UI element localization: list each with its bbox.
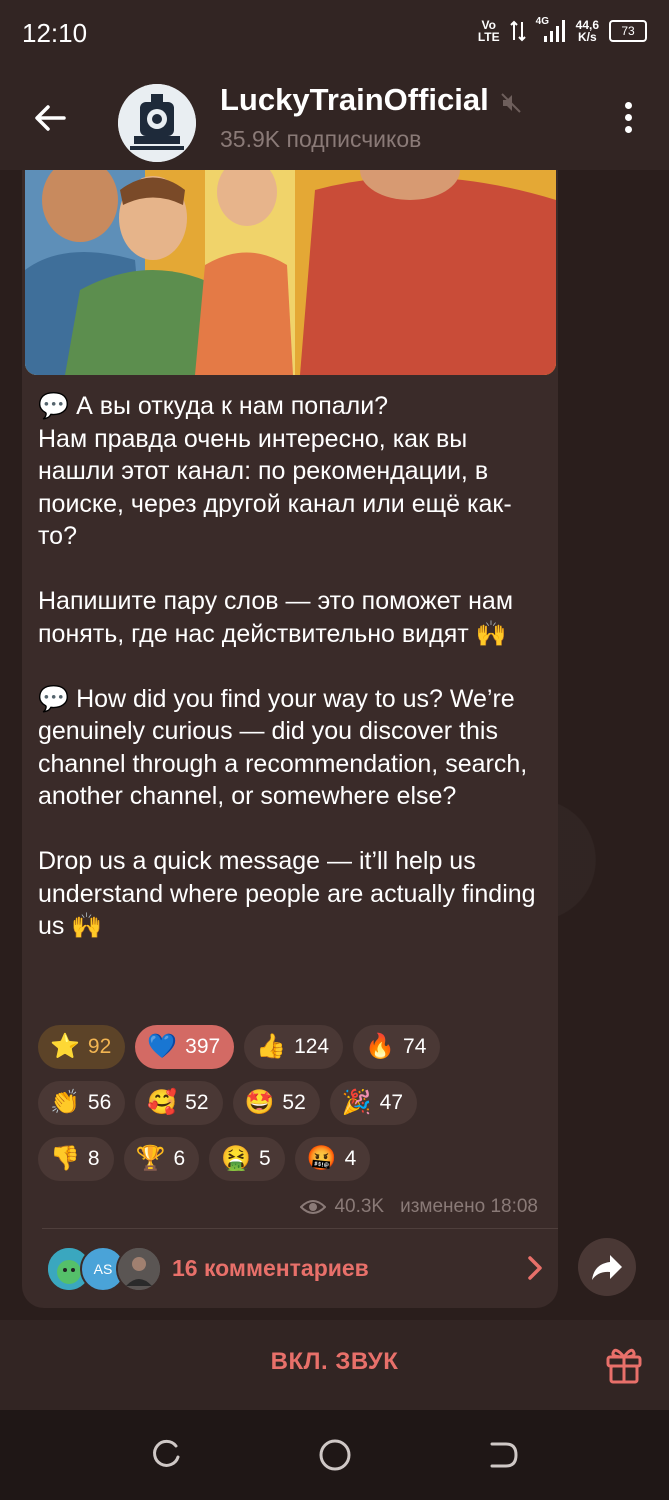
divider	[42, 1228, 558, 1229]
muted-speaker-icon	[501, 93, 521, 113]
reactions-area: ⭐ 92 💙 397 👍 124 🔥 74 👏 56 🥰 52 🤩 52 🎉 4…	[38, 1025, 548, 1193]
view-count: 40.3K	[334, 1196, 385, 1217]
status-bar: 12:10 Vo LTE 4G 44,6 K/s 73	[0, 0, 669, 68]
home-icon[interactable]	[318, 1438, 352, 1472]
thumbs-down-icon: 👎	[50, 1145, 80, 1172]
party-popper-icon: 🎉	[341, 1089, 372, 1116]
reaction-row: 👏 56 🥰 52 🤩 52 🎉 47	[38, 1081, 548, 1125]
back-icon[interactable]	[486, 1438, 520, 1472]
lte-label: LTE	[477, 30, 500, 44]
reaction-star-struck[interactable]: 🤩 52	[232, 1081, 320, 1125]
channel-header: LuckyTrainOfficial 35.9K подписчиков	[0, 68, 669, 170]
network-type-label: 4G	[535, 16, 549, 27]
reaction-count: 124	[294, 1035, 330, 1058]
network-speed: 44,6 K/s	[576, 19, 599, 43]
post-meta: 40.3K изменено 18:08	[300, 1196, 538, 1218]
reaction-star[interactable]: ⭐ 92	[38, 1025, 126, 1069]
more-options-icon[interactable]	[623, 102, 633, 136]
reaction-party[interactable]: 🎉 47	[329, 1081, 417, 1125]
chevron-right-icon	[528, 1256, 542, 1280]
bottom-bar: ВКЛ. ЗВУК	[0, 1320, 669, 1410]
post-image[interactable]	[25, 170, 556, 375]
reaction-smiling-hearts[interactable]: 🥰 52	[135, 1081, 223, 1125]
reaction-count: 52	[185, 1091, 209, 1114]
post-text: 💬 А вы откуда к нам попали? Нам правда о…	[38, 392, 536, 940]
clap-icon: 👏	[50, 1089, 80, 1116]
reaction-count: 4	[344, 1147, 357, 1170]
swearing-face-icon: 🤬	[306, 1145, 337, 1172]
reaction-fire[interactable]: 🔥 74	[353, 1025, 441, 1069]
commenter-avatars: AS	[46, 1246, 162, 1292]
reaction-thumbs-down[interactable]: 👎 8	[38, 1137, 114, 1181]
speed-unit: K/s	[577, 30, 597, 44]
star-struck-icon: 🤩	[244, 1089, 275, 1116]
eye-icon	[300, 1200, 327, 1214]
reaction-vomit[interactable]: 🤮 5	[209, 1137, 285, 1181]
people-illustration	[25, 170, 556, 375]
channel-title[interactable]: LuckyTrainOfficial	[220, 82, 489, 118]
reaction-count: 56	[87, 1091, 112, 1114]
reaction-count: 52	[282, 1091, 306, 1114]
channel-avatar[interactable]	[118, 84, 196, 162]
system-nav-bar	[0, 1410, 669, 1500]
battery-indicator: 73	[609, 20, 647, 42]
gift-icon[interactable]	[605, 1344, 643, 1384]
reaction-trophy[interactable]: 🏆 6	[123, 1137, 200, 1181]
forward-button[interactable]	[578, 1238, 636, 1296]
avatar	[116, 1246, 162, 1292]
volte-indicator: Vo LTE	[478, 19, 500, 43]
fire-icon: 🔥	[365, 1033, 396, 1060]
data-transfer-icon	[509, 20, 526, 42]
recents-icon[interactable]	[150, 1438, 184, 1472]
reaction-count: 47	[379, 1091, 403, 1114]
reaction-count: 5	[259, 1147, 271, 1170]
smiling-hearts-icon: 🥰	[147, 1089, 178, 1116]
back-arrow-icon[interactable]	[30, 98, 70, 138]
reaction-count: 74	[403, 1035, 427, 1058]
reaction-swearing[interactable]: 🤬 4	[294, 1137, 371, 1181]
reaction-count: 397	[185, 1035, 221, 1058]
reaction-heart[interactable]: 💙 397	[135, 1025, 235, 1069]
unmute-button[interactable]: ВКЛ. ЗВУК	[0, 1348, 669, 1376]
reaction-clap[interactable]: 👏 56	[38, 1081, 126, 1125]
train-logo-icon	[118, 84, 196, 162]
person-photo-icon	[118, 1248, 160, 1290]
message-bubble: 💬 А вы откуда к нам попали? Нам правда о…	[22, 170, 558, 1308]
share-arrow-icon	[592, 1255, 622, 1280]
comments-button[interactable]: AS 16 комментариев	[46, 1244, 546, 1292]
trophy-icon: 🏆	[135, 1145, 166, 1172]
status-time: 12:10	[22, 18, 88, 48]
edited-time: изменено 18:08	[400, 1196, 538, 1217]
subscriber-count: 35.9K подписчиков	[220, 126, 422, 152]
thumbs-up-icon: 👍	[256, 1033, 287, 1060]
reaction-thumbs-up[interactable]: 👍 124	[244, 1025, 344, 1069]
heart-icon: 💙	[147, 1033, 178, 1060]
status-icons: Vo LTE 4G 44,6 K/s 73	[478, 16, 647, 44]
comments-label: 16 комментариев	[172, 1254, 369, 1281]
vomit-face-icon: 🤮	[221, 1145, 252, 1172]
reaction-row: 👎 8 🏆 6 🤮 5 🤬 4	[38, 1137, 548, 1181]
reaction-count: 92	[87, 1035, 112, 1058]
reaction-row: ⭐ 92 💙 397 👍 124 🔥 74	[38, 1025, 548, 1069]
reaction-count: 8	[87, 1147, 100, 1170]
signal-strength: 4G	[535, 16, 566, 44]
star-icon: ⭐	[50, 1033, 80, 1060]
reaction-count: 6	[173, 1147, 186, 1170]
